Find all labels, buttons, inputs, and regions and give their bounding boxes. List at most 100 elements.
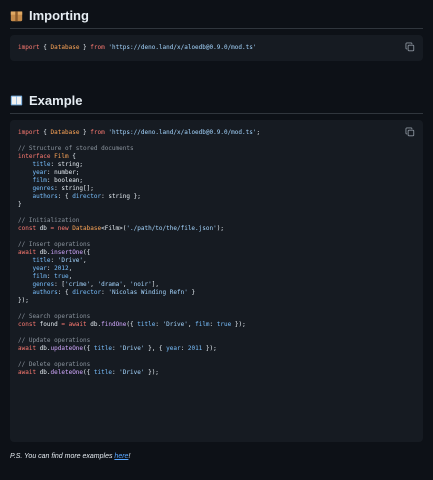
code-token: title <box>32 257 51 264</box>
code-token: db. <box>86 321 102 328</box>
code-token: ); <box>216 225 224 232</box>
code-token: await <box>64 321 87 328</box>
code-token: ({ <box>126 321 138 328</box>
package-icon <box>10 11 23 22</box>
code-token: db. <box>36 369 51 376</box>
code-token: true <box>54 273 69 280</box>
code-token: : { <box>57 193 73 200</box>
code-token: title <box>32 161 51 168</box>
code-token: 2011 <box>187 345 203 352</box>
code-token: const <box>18 321 37 328</box>
code-token: const <box>18 225 37 232</box>
code-token: interface <box>18 153 51 160</box>
code-token: 'https://deno.land/x/aloedb@0.9.0/mod.ts… <box>108 129 257 136</box>
code-token: genres <box>32 281 55 288</box>
code-token: film <box>32 273 47 280</box>
code-token: from <box>90 44 105 51</box>
code-token: await <box>18 369 37 376</box>
code-token: : string; <box>50 161 84 168</box>
code-comment: // Insert operations <box>18 241 91 248</box>
code-token: ], <box>151 281 159 288</box>
code-token: authors <box>32 289 58 296</box>
code-token: authors <box>32 193 58 200</box>
code-token: }); <box>231 321 246 328</box>
code-token: 2012 <box>54 265 69 272</box>
code-token: await <box>18 249 37 256</box>
footer-suffix: ! <box>128 453 131 460</box>
import-code: import { Database } from 'https://deno.l… <box>18 44 256 52</box>
code-token: }, { <box>144 345 167 352</box>
code-token: import <box>18 44 40 51</box>
code-comment: // Structure of stored documents <box>18 145 134 152</box>
example-code-block: import { Database } from 'https://deno.l… <box>10 120 423 442</box>
code-token: new <box>54 225 73 232</box>
code-token: }); <box>18 297 29 304</box>
example-heading: Example <box>10 93 423 114</box>
code-token: from <box>90 129 105 136</box>
examples-link[interactable]: here <box>114 453 128 460</box>
code-token: : { <box>57 289 73 296</box>
footer-note: P.S. You can find more examples here! <box>10 453 130 460</box>
code-token: title <box>93 345 112 352</box>
code-token: title <box>137 321 156 328</box>
importing-title: Importing <box>29 8 89 23</box>
book-icon <box>10 95 23 106</box>
code-token: film <box>32 177 47 184</box>
code-token: Database <box>72 225 102 232</box>
code-comment: // Search operations <box>18 313 91 320</box>
code-token: director <box>72 289 102 296</box>
code-token: } <box>18 201 22 208</box>
code-token: , <box>90 281 98 288</box>
code-token: year <box>32 169 47 176</box>
code-token: } <box>187 289 196 296</box>
code-token: , <box>68 265 73 272</box>
code-token: { <box>39 44 51 51</box>
code-token: import <box>18 129 40 136</box>
code-token: { <box>39 129 51 136</box>
footer-text: P.S. You can find more examples <box>10 453 115 460</box>
code-token: : <box>209 321 217 328</box>
code-token: : boolean; <box>46 177 84 184</box>
code-token: db <box>36 225 51 232</box>
code-token: Database <box>50 44 80 51</box>
code-token: found <box>36 321 62 328</box>
importing-heading: Importing <box>10 8 423 29</box>
code-token: 'noir' <box>130 281 152 288</box>
copy-icon[interactable] <box>405 127 415 137</box>
code-token: }); <box>202 345 217 352</box>
import-code-block: import { Database } from 'https://deno.l… <box>10 35 423 61</box>
code-token: db. <box>36 249 51 256</box>
code-token: 'Drive' <box>57 257 84 264</box>
code-token: : [ <box>54 281 65 288</box>
code-token: : <box>180 345 188 352</box>
code-comment: // Update operations <box>18 337 91 344</box>
code-token: : number; <box>46 169 80 176</box>
code-token: 'Drive' <box>162 321 188 328</box>
example-code: import { Database } from 'https://deno.l… <box>18 129 260 377</box>
code-token: ({ <box>83 369 94 376</box>
code-token: findOne <box>101 321 127 328</box>
code-token: await <box>18 345 37 352</box>
code-token: director <box>72 193 102 200</box>
code-token: Database <box>50 129 80 136</box>
example-title: Example <box>29 93 83 108</box>
code-token: , <box>122 281 131 288</box>
code-token: db. <box>36 345 51 352</box>
code-token: deleteOne <box>50 369 84 376</box>
copy-icon[interactable] <box>405 42 415 52</box>
code-token: 'Drive' <box>119 369 145 376</box>
code-token: updateOne <box>50 345 84 352</box>
code-token: <Film>( <box>101 225 127 232</box>
code-token: 'drama' <box>97 281 123 288</box>
code-token: year <box>32 265 47 272</box>
code-token: ; <box>256 129 261 136</box>
code-token: insertOne <box>50 249 84 256</box>
code-token: Film <box>50 153 73 160</box>
code-token: : string }; <box>101 193 141 200</box>
code-token: : <box>155 321 163 328</box>
code-token: : string[]; <box>54 185 94 192</box>
code-token: film <box>195 321 210 328</box>
code-token: './path/to/the/file.json' <box>126 225 217 232</box>
code-token: , <box>68 273 73 280</box>
code-token: genres <box>32 185 55 192</box>
